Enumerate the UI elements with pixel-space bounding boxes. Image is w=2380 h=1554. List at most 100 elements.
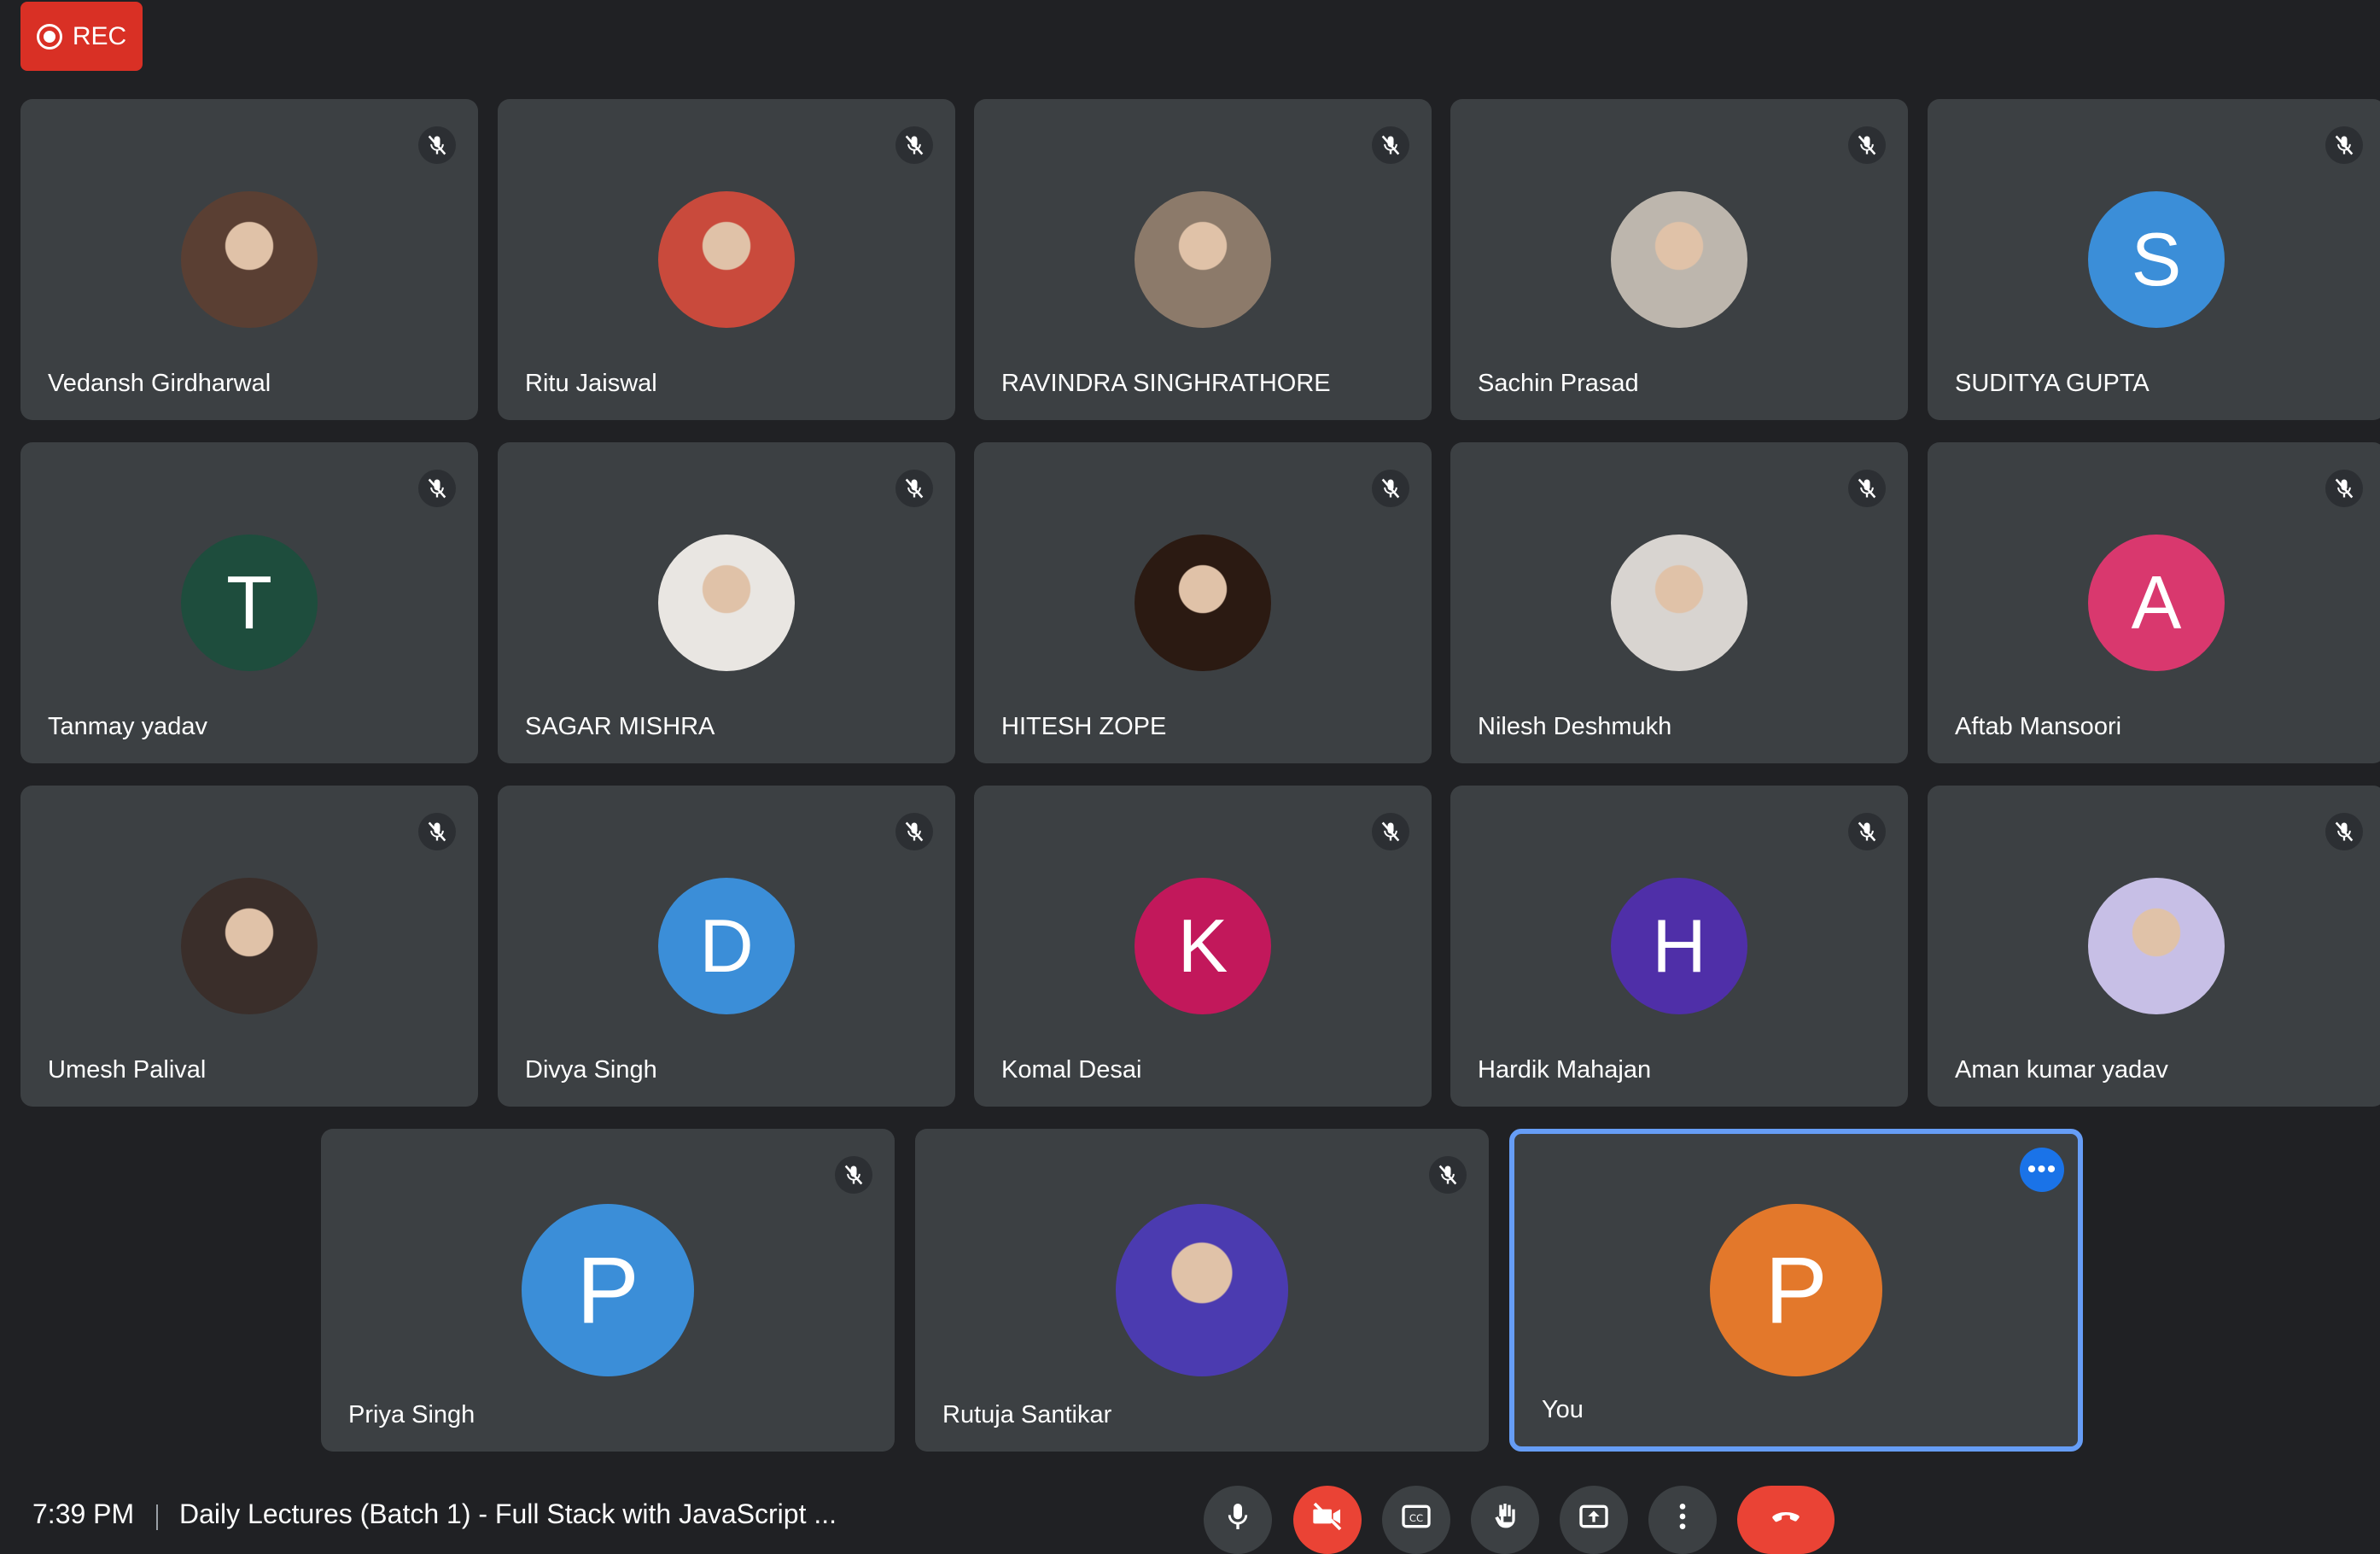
camera-off-button[interactable] [1293, 1486, 1362, 1554]
participant-name: Nilesh Deshmukh [1478, 713, 1672, 740]
mic-off-icon [895, 470, 933, 507]
participant-name: Ritu Jaiswal [525, 370, 657, 397]
mic-button[interactable] [1204, 1486, 1272, 1554]
avatar-initial: K [1135, 878, 1271, 1014]
participant-name: Vedansh Girdharwal [48, 370, 271, 397]
participant-name: Aman kumar yadav [1955, 1056, 2168, 1084]
participant-name: RAVINDRA SINGHRATHORE [1001, 370, 1331, 397]
mic-off-icon [2325, 813, 2363, 850]
divider [156, 1504, 158, 1530]
avatar-letter: P [1765, 1237, 1828, 1343]
avatar-initial: P [1710, 1204, 1882, 1376]
avatar-initial: P [522, 1204, 694, 1376]
participant-name: Priya Singh [348, 1401, 475, 1428]
avatar-photo [658, 535, 795, 671]
avatar-initial: S [2088, 191, 2225, 328]
avatar-photo [658, 191, 795, 328]
raise-hand-button[interactable] [1471, 1486, 1539, 1554]
avatar-photo [1116, 1204, 1288, 1376]
participant-tile[interactable]: Rutuja Santikar [915, 1129, 1489, 1452]
avatar-initial: D [658, 878, 795, 1014]
avatar-initial: A [2088, 535, 2225, 671]
participant-name: Divya Singh [525, 1056, 657, 1084]
avatar-photo [1135, 191, 1271, 328]
mic-off-icon [1372, 126, 1409, 164]
participant-tile[interactable]: S SUDITYA GUPTA [1928, 99, 2380, 420]
avatar-letter: K [1177, 903, 1228, 988]
camera-off-icon [1310, 1499, 1345, 1538]
participant-tile[interactable]: HITESH ZOPE [974, 442, 1432, 763]
participant-tile[interactable]: D Divya Singh [498, 786, 955, 1107]
present-button[interactable] [1560, 1486, 1628, 1554]
mic-off-icon [1848, 126, 1886, 164]
participant-tile[interactable]: Nilesh Deshmukh [1450, 442, 1908, 763]
meeting-time: 7:39 PM [32, 1498, 135, 1529]
participant-name: Komal Desai [1001, 1056, 1142, 1084]
record-dot-icon [36, 23, 62, 50]
participant-name: SAGAR MISHRA [525, 713, 715, 740]
self-tile[interactable]: P ••• You [1509, 1129, 2083, 1452]
mic-off-icon [1372, 470, 1409, 507]
avatar-photo [1611, 535, 1747, 671]
more-options-button[interactable] [1648, 1486, 1717, 1554]
mic-off-icon [418, 470, 456, 507]
recording-label: REC [72, 21, 127, 50]
mic-off-icon [418, 813, 456, 850]
mic-off-icon [835, 1156, 872, 1194]
tile-more-options-icon[interactable]: ••• [2020, 1148, 2064, 1192]
participant-tile[interactable]: P Priya Singh [321, 1129, 895, 1452]
raise-hand-icon [1488, 1499, 1522, 1538]
participant-tile[interactable]: Aman kumar yadav [1928, 786, 2380, 1107]
participant-name: Hardik Mahajan [1478, 1056, 1652, 1084]
mic-icon [1221, 1499, 1255, 1538]
avatar-photo [1135, 535, 1271, 671]
end-call-icon [1765, 1499, 1806, 1538]
participant-tile[interactable]: Umesh Palival [20, 786, 478, 1107]
captions-button[interactable]: CC [1382, 1486, 1450, 1554]
participant-tile[interactable]: SAGAR MISHRA [498, 442, 955, 763]
svg-text:CC: CC [1409, 1512, 1423, 1524]
participant-name: Rutuja Santikar [942, 1401, 1112, 1428]
avatar-photo [181, 878, 318, 1014]
participant-name: You [1542, 1396, 1584, 1423]
participant-name: Tanmay yadav [48, 713, 207, 740]
mic-off-icon [2325, 470, 2363, 507]
avatar-photo [2088, 878, 2225, 1014]
mic-off-icon [2325, 126, 2363, 164]
mic-off-icon [418, 126, 456, 164]
avatar-photo [181, 191, 318, 328]
end-call-button[interactable] [1737, 1486, 1835, 1554]
participant-tile[interactable]: Ritu Jaiswal [498, 99, 955, 420]
present-icon [1577, 1499, 1611, 1538]
mic-off-icon [1372, 813, 1409, 850]
participant-name: Aftab Mansoori [1955, 713, 2122, 740]
mic-off-icon [895, 813, 933, 850]
captions-icon: CC [1399, 1499, 1433, 1538]
participant-name: Sachin Prasad [1478, 370, 1639, 397]
mic-off-icon [1848, 470, 1886, 507]
avatar-initial: H [1611, 878, 1747, 1014]
participant-name: SUDITYA GUPTA [1955, 370, 2150, 397]
participant-tile[interactable]: Sachin Prasad [1450, 99, 1908, 420]
avatar-letter: A [2131, 560, 2182, 645]
participant-tile[interactable]: T Tanmay yadav [20, 442, 478, 763]
mic-off-icon [1429, 1156, 1467, 1194]
avatar-letter: S [2131, 217, 2182, 301]
avatar-letter: H [1652, 903, 1706, 988]
participant-name: Umesh Palival [48, 1056, 207, 1084]
avatar-letter: D [699, 903, 754, 988]
avatar-letter: T [226, 560, 272, 645]
avatar-letter: P [576, 1237, 639, 1343]
more-options-icon [1665, 1499, 1700, 1538]
mic-off-icon [895, 126, 933, 164]
participant-tile[interactable]: K Komal Desai [974, 786, 1432, 1107]
recording-indicator: REC [20, 2, 143, 71]
avatar-photo [1611, 191, 1747, 328]
participant-tile[interactable]: A Aftab Mansoori [1928, 442, 2380, 763]
participant-tile[interactable]: H Hardik Mahajan [1450, 786, 1908, 1107]
avatar-initial: T [181, 535, 318, 671]
participant-tile[interactable]: Vedansh Girdharwal [20, 99, 478, 420]
meeting-title: Daily Lectures (Batch 1) - Full Stack wi… [179, 1498, 837, 1529]
mic-off-icon [1848, 813, 1886, 850]
participant-tile[interactable]: RAVINDRA SINGHRATHORE [974, 99, 1432, 420]
